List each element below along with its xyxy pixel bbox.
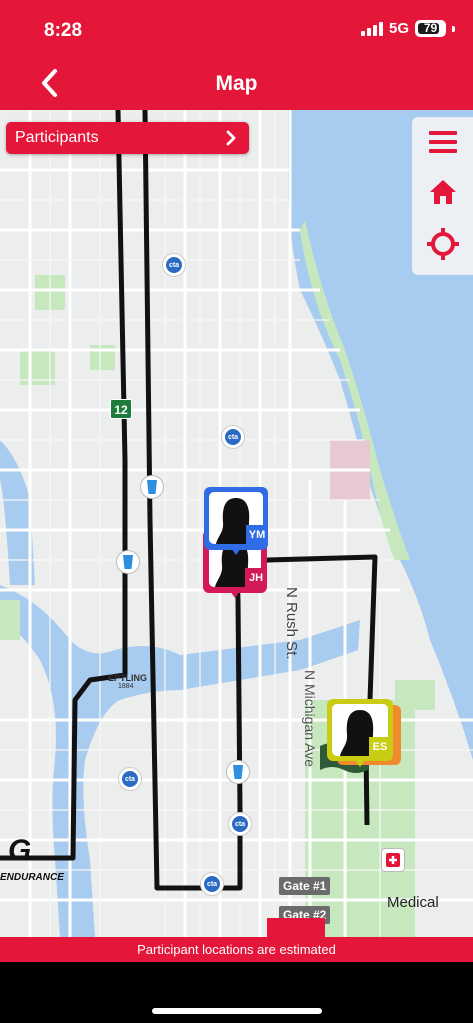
medical-label: Medical — [387, 894, 439, 911]
finish-bar — [267, 918, 325, 937]
status-time: 8:28 — [44, 20, 83, 41]
status-indicators: 5G 79 — [360, 20, 455, 37]
battery-percent: 79 — [423, 21, 438, 35]
network-type: 5G — [388, 20, 409, 37]
battery-icon: 79 — [415, 20, 446, 37]
home-icon — [430, 180, 456, 204]
sponsor-name: ENDURANCE — [0, 872, 64, 883]
map-toolbar — [412, 117, 473, 275]
home-indicator[interactable] — [152, 1008, 322, 1014]
participants-label: Participants — [15, 129, 99, 146]
participant-marker-ym[interactable]: YM — [204, 487, 268, 557]
cta-station-icon[interactable]: cta — [221, 425, 245, 449]
landmark-year: 1884 — [118, 683, 134, 690]
route-shield: 12 — [110, 399, 132, 419]
sponsor-logo: G — [8, 834, 32, 867]
participant-initials: JH — [245, 568, 267, 588]
water-station-icon[interactable] — [140, 475, 164, 499]
menu-icon — [429, 131, 457, 153]
street-label-rush: N Rush St. — [283, 587, 300, 660]
app-header: 8:28 5G 79 Map — [0, 0, 473, 110]
gate-1-label: Gate #1 — [279, 877, 331, 895]
page-title: Map — [215, 72, 258, 95]
medical-icon[interactable] — [381, 848, 405, 872]
water-station-icon[interactable] — [116, 550, 140, 574]
water-station-icon[interactable] — [226, 760, 250, 784]
participant-initials: YM — [246, 525, 268, 545]
participant-marker-es[interactable]: ES — [327, 699, 403, 771]
location-notice: Participant locations are estimated — [0, 937, 473, 962]
landmark-label: EPTLING — [108, 673, 148, 683]
participants-button[interactable]: Participants — [6, 122, 249, 154]
cta-station-icon[interactable]: cta — [228, 812, 252, 836]
locate-icon — [427, 228, 459, 260]
cta-station-icon[interactable]: cta — [162, 253, 186, 277]
signal-icon — [360, 21, 383, 36]
cta-station-icon[interactable]: cta — [118, 767, 142, 791]
locate-button[interactable] — [426, 227, 460, 261]
cta-station-icon[interactable]: cta — [200, 872, 224, 896]
participant-initials: ES — [369, 737, 391, 757]
home-button[interactable] — [426, 175, 460, 209]
street-label-michigan: N Michigan Ave — [302, 670, 318, 768]
menu-button[interactable] — [426, 125, 460, 159]
chevron-right-icon — [226, 130, 236, 146]
